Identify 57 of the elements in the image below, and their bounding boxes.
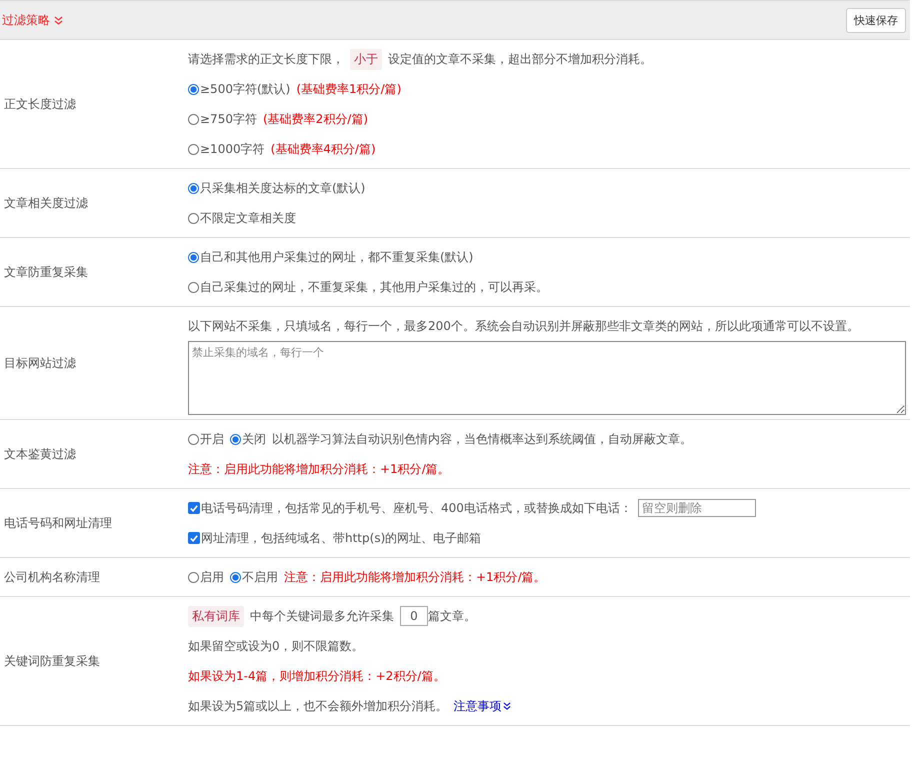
highlight-tag: 小于 bbox=[350, 48, 382, 70]
row-label: 正文长度过滤 bbox=[4, 96, 76, 112]
description-text: 请选择需求的正文长度下限， bbox=[188, 51, 344, 68]
warning-text: (基础费率1积分/篇) bbox=[296, 80, 402, 98]
row-label: 关键词防重复采集 bbox=[4, 652, 100, 670]
radio-button[interactable] bbox=[188, 572, 199, 582]
description-text: 以下网站不采集，只填域名，每行一个，最多200个。系统会自动识别并屏蔽那些非文章类的网站，所以此项通常可以不设置。 bbox=[188, 318, 859, 335]
row-label: 文本鉴黄过滤 bbox=[4, 446, 76, 462]
row-label: 文章防重复采集 bbox=[4, 264, 88, 280]
notes-link[interactable]: 注意事项 bbox=[454, 698, 511, 714]
row-label: 电话号码和网址清理 bbox=[4, 514, 112, 532]
checkbox[interactable] bbox=[188, 532, 200, 544]
radio-button[interactable] bbox=[188, 144, 199, 154]
radio-button[interactable] bbox=[188, 252, 199, 262]
warning-text: 注意：启用此功能将增加积分消耗：+1积分/篇。 bbox=[188, 460, 450, 478]
description-text: 以机器学习算法自动识别色情内容，当色情概率达到系统阈值，自动屏蔽文章。 bbox=[272, 431, 692, 448]
quick-save-button[interactable]: 快速保存 bbox=[846, 8, 906, 32]
row-label: 公司机构名称清理 bbox=[4, 568, 100, 586]
radio-option[interactable]: ≥500字符(默认) bbox=[188, 80, 290, 98]
radio-option[interactable]: 不限定文章相关度 bbox=[188, 210, 296, 226]
radio-option[interactable]: 关闭 bbox=[230, 430, 266, 448]
radio-button[interactable] bbox=[188, 434, 199, 444]
warning-text: 注意：启用此功能将增加积分消耗：+1积分/篇。 bbox=[284, 568, 546, 586]
description-text: 如果设为5篇或以上，也不会额外增加积分消耗。 bbox=[188, 698, 448, 715]
description-text: 设定值的文章不采集，超出部分不增加积分消耗。 bbox=[388, 51, 652, 68]
row-label: 文章相关度过滤 bbox=[4, 194, 88, 212]
radio-option[interactable]: ≥750字符 bbox=[188, 110, 257, 128]
row-label: 目标网站过滤 bbox=[4, 354, 76, 372]
domain-textarea[interactable]: 禁止采集的域名，每行一个 bbox=[188, 341, 906, 415]
radio-option[interactable]: 开启 bbox=[188, 430, 224, 448]
radio-button[interactable] bbox=[188, 84, 199, 94]
description-text: 如果留空或设为0，则不限篇数。 bbox=[188, 638, 364, 655]
radio-button[interactable] bbox=[188, 212, 199, 224]
radio-option[interactable]: 自己采集过的网址，不重复采集，其他用户采集过的，可以再采。 bbox=[188, 278, 548, 296]
double-chevron-icon bbox=[502, 702, 511, 710]
radio-button[interactable] bbox=[188, 182, 199, 194]
radio-button[interactable] bbox=[230, 434, 241, 444]
radio-option[interactable]: 自己和其他用户采集过的网址，都不重复采集(默认) bbox=[188, 248, 474, 266]
highlight-tag: 私有词库 bbox=[188, 606, 244, 626]
double-chevron-icon bbox=[54, 16, 63, 24]
radio-button[interactable] bbox=[188, 114, 199, 124]
warning-text: 如果设为1-4篇，则增加积分消耗：+2积分/篇。 bbox=[188, 668, 446, 684]
radio-option[interactable]: 启用 bbox=[188, 568, 224, 586]
radio-button[interactable] bbox=[230, 572, 241, 582]
radio-button[interactable] bbox=[188, 282, 199, 292]
count-input-field[interactable]: 0 bbox=[400, 606, 428, 626]
phone-input-field[interactable]: 留空则删除 bbox=[638, 499, 756, 517]
radio-option[interactable]: 只采集相关度达标的文章(默认) bbox=[188, 180, 366, 196]
checkbox-option[interactable]: 电话号码清理，包括常见的手机号、座机号、400电话格式，或替换成如下电话： bbox=[188, 500, 632, 516]
radio-option[interactable]: ≥1000字符 bbox=[188, 140, 265, 158]
radio-option[interactable]: 不启用 bbox=[230, 568, 278, 586]
description-text: 中每个关键词最多允许采集 bbox=[250, 608, 394, 625]
warning-text: (基础费率2积分/篇) bbox=[262, 110, 368, 128]
checkbox[interactable] bbox=[188, 502, 200, 514]
checkbox-option[interactable]: 网址清理，包括纯域名、带http(s)的网址、电子邮箱 bbox=[188, 530, 482, 546]
warning-text: (基础费率4积分/篇) bbox=[270, 140, 376, 158]
description-text: 篇文章。 bbox=[428, 608, 476, 625]
